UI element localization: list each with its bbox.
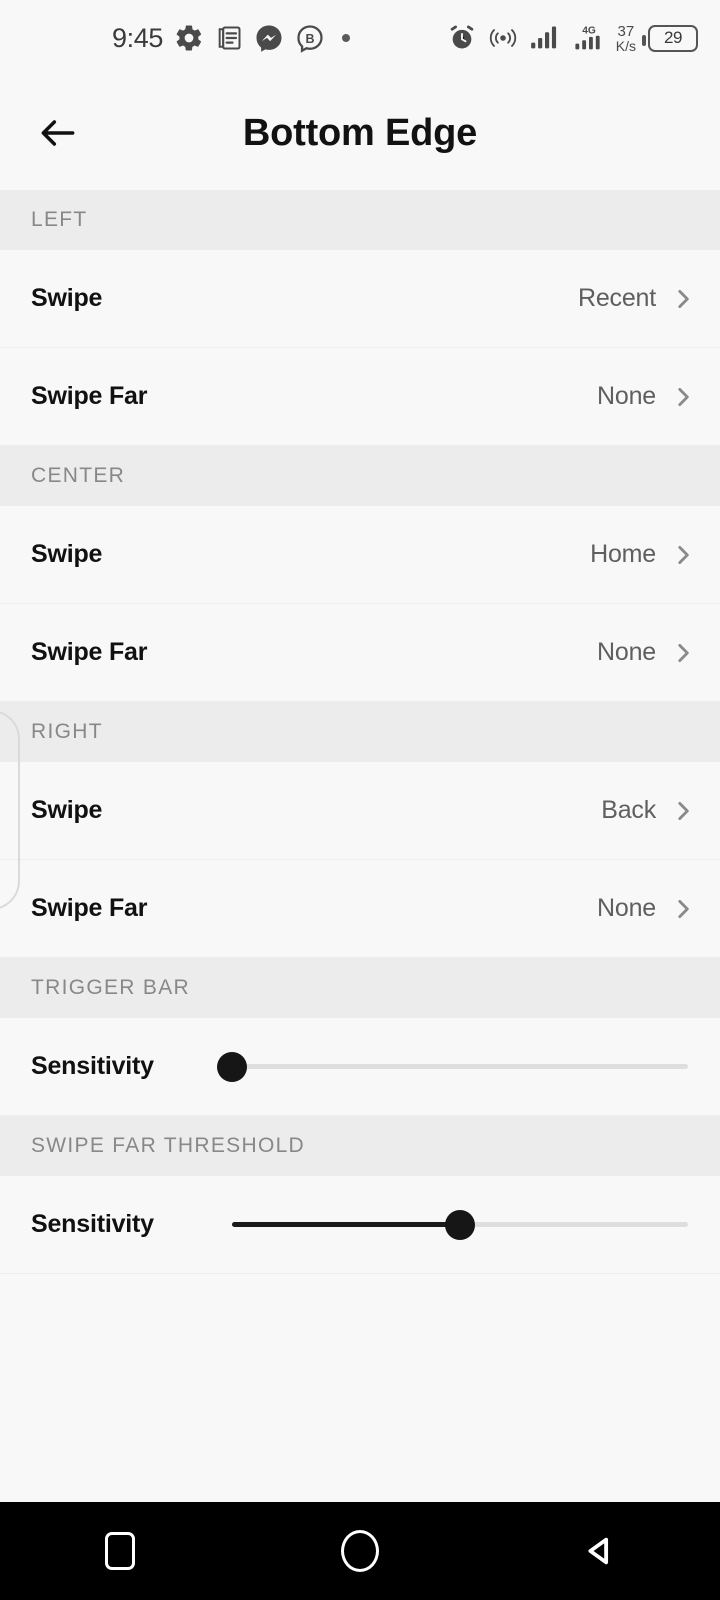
section-header-label: CENTER	[31, 464, 126, 487]
row-label: Sensitivity	[31, 1210, 154, 1238]
phone-screen: 9:45 B 4G 37 K/s 29 Bottom Edge LEFT Swi…	[0, 0, 720, 1600]
dot-icon	[341, 34, 350, 42]
gear-icon	[176, 25, 202, 51]
section-header-right: RIGHT	[0, 702, 720, 762]
row-value: Back	[601, 796, 656, 824]
section-header-left: LEFT	[0, 190, 720, 250]
section-header-center: CENTER	[0, 446, 720, 506]
row-label: Swipe	[31, 284, 103, 312]
row-left-swipe[interactable]: Swipe Recent	[0, 250, 720, 348]
row-value-group: Back	[601, 796, 696, 825]
page-title: Bottom Edge	[242, 111, 478, 154]
signal-4g-icon: 4G	[575, 25, 600, 50]
row-label: Swipe Far	[31, 382, 148, 410]
row-label: Sensitivity	[31, 1052, 154, 1080]
network-speed-indicator: 37 K/s	[616, 24, 636, 53]
triangle-back-icon	[588, 1537, 609, 1565]
nav-back-button[interactable]	[552, 1502, 648, 1600]
row-value-group: Recent	[578, 284, 696, 313]
row-center-swipe-far[interactable]: Swipe Far None	[0, 604, 720, 702]
chevron-right-icon	[678, 643, 689, 662]
chevron-right-icon	[678, 387, 689, 406]
back-button[interactable]	[26, 101, 90, 165]
system-navigation-bar	[0, 1502, 720, 1600]
arrow-left-icon	[41, 120, 75, 146]
row-value-group: Home	[590, 540, 696, 569]
row-label: Swipe	[31, 796, 103, 824]
section-header-label: TRIGGER BAR	[31, 976, 190, 999]
row-center-swipe[interactable]: Swipe Home	[0, 506, 720, 604]
row-right-swipe[interactable]: Swipe Back	[0, 762, 720, 860]
row-value-group: None	[597, 638, 696, 667]
section-header-label: RIGHT	[31, 720, 103, 743]
row-right-swipe-far[interactable]: Swipe Far None	[0, 860, 720, 958]
slider-track-fill	[232, 1222, 460, 1227]
swipe-far-threshold-sensitivity-slider[interactable]	[224, 1195, 696, 1255]
row-swipe-far-threshold-sensitivity: Sensitivity	[0, 1176, 720, 1274]
row-left-swipe-far[interactable]: Swipe Far None	[0, 348, 720, 446]
trigger-bar-sensitivity-slider[interactable]	[217, 1037, 696, 1097]
alarm-icon	[450, 25, 474, 49]
battery-level-label: 29	[664, 28, 682, 47]
row-value-group: None	[597, 382, 696, 411]
app-bar: Bottom Edge	[0, 76, 720, 190]
nav-home-button[interactable]	[312, 1502, 408, 1600]
slider-thumb[interactable]	[445, 1209, 475, 1240]
svg-text:B: B	[305, 32, 314, 46]
status-bar-right: 4G 37 K/s 29	[448, 23, 720, 53]
status-bar-clock: 9:45	[112, 22, 163, 53]
signal-icon	[530, 26, 556, 49]
row-value: Home	[590, 540, 656, 568]
network-speed-unit: K/s	[615, 37, 636, 54]
chevron-right-icon	[678, 899, 689, 918]
network-speed-value: 37	[617, 22, 635, 40]
row-value-group: None	[597, 894, 696, 923]
row-trigger-bar-sensitivity: Sensitivity	[0, 1018, 720, 1116]
svg-text:4G: 4G	[582, 25, 596, 36]
section-header-label: LEFT	[31, 208, 88, 231]
section-header-trigger-bar: TRIGGER BAR	[0, 958, 720, 1018]
slider-track	[232, 1064, 688, 1069]
settings-list: LEFT Swipe Recent Swipe Far None CENTER	[0, 190, 720, 1274]
row-value: None	[597, 894, 656, 922]
slider-thumb[interactable]	[217, 1051, 247, 1082]
b-badge-icon: B	[297, 25, 323, 53]
row-label: Swipe Far	[31, 894, 148, 922]
nav-recents-button[interactable]	[72, 1502, 168, 1600]
battery-icon: 29	[642, 24, 698, 52]
status-bar: 9:45 B 4G 37 K/s 29	[0, 0, 720, 76]
row-value: None	[597, 382, 656, 410]
status-bar-left: 9:45 B	[0, 23, 350, 54]
chevron-right-icon	[678, 801, 689, 820]
section-header-swipe-far-threshold: SWIPE FAR THRESHOLD	[0, 1116, 720, 1176]
chevron-right-icon	[678, 545, 689, 564]
row-value: Recent	[577, 284, 656, 312]
square-icon	[105, 1532, 135, 1570]
document-icon	[218, 26, 241, 50]
row-label: Swipe	[31, 540, 103, 568]
messenger-icon	[256, 25, 282, 52]
chevron-right-icon	[678, 289, 689, 308]
hotspot-icon	[489, 29, 516, 47]
circle-icon	[341, 1530, 379, 1572]
row-value: None	[597, 638, 656, 666]
section-header-label: SWIPE FAR THRESHOLD	[31, 1134, 306, 1157]
row-label: Swipe Far	[31, 638, 148, 666]
